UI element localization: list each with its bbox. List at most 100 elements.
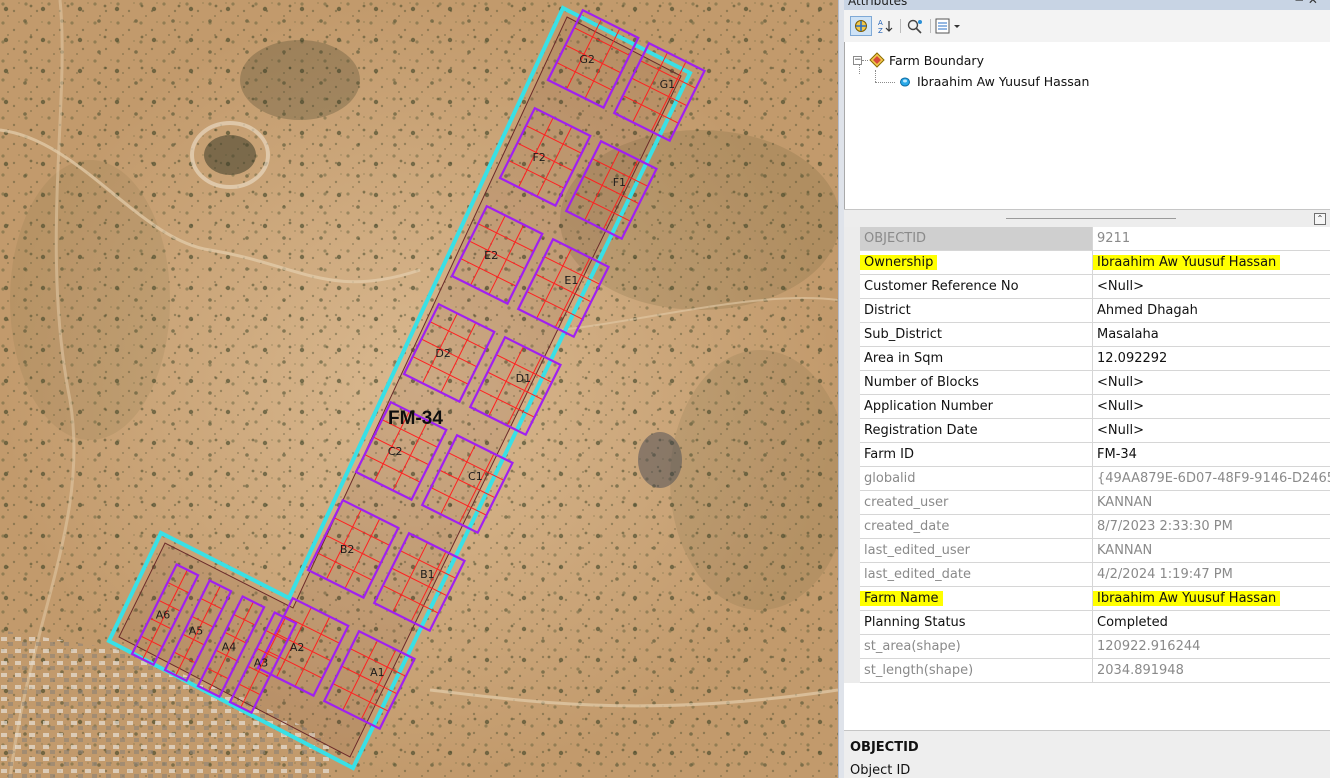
plot-label: D2 bbox=[435, 347, 450, 360]
attribute-value[interactable]: Ahmed Dhagah bbox=[1093, 299, 1330, 323]
row-gutter bbox=[844, 419, 860, 443]
attribute-row[interactable]: Customer Reference No <Null> bbox=[844, 275, 1330, 299]
row-gutter bbox=[844, 611, 860, 635]
attribute-value[interactable]: 12.092292 bbox=[1093, 347, 1330, 371]
attribute-value[interactable]: Ibraahim Aw Yuusuf Hassan bbox=[1093, 251, 1330, 275]
attribute-row[interactable]: last_edited_user KANNAN bbox=[844, 539, 1330, 563]
attribute-value[interactable]: KANNAN bbox=[1093, 539, 1330, 563]
plot-label: B1 bbox=[420, 568, 435, 581]
attribute-key: Sub_District bbox=[860, 323, 1093, 347]
field-description-text: Object ID bbox=[850, 763, 911, 778]
pin-icon[interactable]: − ✕ bbox=[1294, 0, 1318, 7]
svg-text:Z: Z bbox=[878, 27, 883, 34]
attribute-grid: OBJECTID 9211 Ownership Ibraahim Aw Yuusuf … bbox=[844, 227, 1330, 683]
plot-label: A4 bbox=[222, 641, 237, 654]
options-button[interactable] bbox=[934, 16, 966, 36]
row-gutter bbox=[844, 491, 860, 515]
attribute-row[interactable]: created_user KANNAN bbox=[844, 491, 1330, 515]
farm-id-label: FM-34 bbox=[388, 408, 443, 429]
row-gutter bbox=[844, 587, 860, 611]
plot-label: C1 bbox=[468, 470, 483, 483]
attribute-row[interactable]: District Ahmed Dhagah bbox=[844, 299, 1330, 323]
attribute-row[interactable]: OBJECTID 9211 bbox=[844, 227, 1330, 251]
layer-name: Farm Boundary bbox=[889, 52, 984, 68]
row-gutter bbox=[844, 371, 860, 395]
attribute-value[interactable]: Completed bbox=[1093, 611, 1330, 635]
attribute-row[interactable]: Sub_District Masalaha bbox=[844, 323, 1330, 347]
collapse-icon[interactable]: − bbox=[853, 55, 862, 65]
plot-label: G1 bbox=[660, 78, 676, 91]
sort-az-icon: A Z bbox=[878, 19, 893, 34]
tree-node-layer[interactable]: − Farm Boundary bbox=[853, 52, 984, 68]
map-view[interactable]: G2 G1 F2 F1 E2 E1 D2 D1 C2 C1 B2 B1 A2 A1 A3 A4 A5 A6 FM-… bbox=[0, 0, 838, 778]
attribute-key: created_user bbox=[860, 491, 1093, 515]
plot-label: C2 bbox=[388, 445, 403, 458]
field-description: OBJECTID Object ID bbox=[844, 730, 1330, 778]
row-gutter bbox=[844, 395, 860, 419]
attribute-key: Area in Sqm bbox=[860, 347, 1093, 371]
feature-tree: − Farm Boundary Ibraahim Aw Yuusuf Hassa… bbox=[844, 42, 1330, 209]
attribute-value[interactable]: FM-34 bbox=[1093, 443, 1330, 467]
attribute-row[interactable]: Ownership Ibraahim Aw Yuusuf Hassan bbox=[844, 251, 1330, 275]
attribute-value[interactable]: 4/2/2024 1:19:47 PM bbox=[1093, 563, 1330, 587]
attributes-toolbar: A Z bbox=[844, 10, 1330, 42]
attribute-key: created_date bbox=[860, 515, 1093, 539]
attribute-value[interactable]: KANNAN bbox=[1093, 491, 1330, 515]
attribute-row[interactable]: Farm Name Ibraahim Aw Yuusuf Hassan bbox=[844, 587, 1330, 611]
feature-layer-icon bbox=[869, 52, 885, 68]
tree-node-feature[interactable]: Ibraahim Aw Yuusuf Hassan bbox=[899, 74, 1089, 89]
satellite-map[interactable]: G2 G1 F2 F1 E2 E1 D2 D1 C2 C1 B2 B1 A2 A1 A3 A4 A5 A6 FM-… bbox=[0, 0, 838, 778]
plot-label: F2 bbox=[532, 151, 545, 164]
attribute-value[interactable]: 120922.916244 bbox=[1093, 635, 1330, 659]
attribute-row[interactable]: Farm ID FM-34 bbox=[844, 443, 1330, 467]
attribute-value[interactable]: 2034.891948 bbox=[1093, 659, 1330, 683]
attribute-row[interactable]: Number of Blocks <Null> bbox=[844, 371, 1330, 395]
attribute-key: Application Number bbox=[860, 395, 1093, 419]
attribute-row[interactable]: Area in Sqm 12.092292 bbox=[844, 347, 1330, 371]
attribute-row[interactable]: st_length(shape) 2034.891948 bbox=[844, 659, 1330, 683]
attribute-row[interactable]: Registration Date <Null> bbox=[844, 419, 1330, 443]
attribute-value[interactable]: Ibraahim Aw Yuusuf Hassan bbox=[1093, 587, 1330, 611]
attribute-value[interactable]: Masalaha bbox=[1093, 323, 1330, 347]
attribute-value[interactable]: <Null> bbox=[1093, 371, 1330, 395]
plot-label: E1 bbox=[564, 274, 578, 287]
plot-label: E2 bbox=[484, 249, 498, 262]
row-gutter bbox=[844, 539, 860, 563]
collapse-up-icon[interactable]: ⌃ bbox=[1314, 213, 1326, 225]
plot-label: F1 bbox=[613, 176, 626, 189]
attribute-value[interactable]: 8/7/2023 2:33:30 PM bbox=[1093, 515, 1330, 539]
attribute-key: st_length(shape) bbox=[860, 659, 1093, 683]
feature-record-icon bbox=[900, 77, 910, 86]
plot-label: A2 bbox=[290, 641, 305, 654]
plot-label: D1 bbox=[516, 372, 531, 385]
row-gutter bbox=[844, 659, 860, 683]
list-by-layer-button[interactable] bbox=[850, 16, 872, 36]
plot-label: A6 bbox=[156, 609, 171, 622]
row-gutter bbox=[844, 563, 860, 587]
sort-button[interactable]: A Z bbox=[876, 16, 896, 36]
attribute-value[interactable]: {49AA879E-6D07-48F9-9146-D24653 bbox=[1093, 467, 1330, 491]
attribute-row[interactable]: globalid {49AA879E-6D07-48F9-9146-D24653 bbox=[844, 467, 1330, 491]
attribute-value[interactable]: <Null> bbox=[1093, 419, 1330, 443]
row-gutter bbox=[844, 299, 860, 323]
panel-title-bar: Attributes − ✕ bbox=[844, 0, 1330, 10]
attribute-row[interactable]: st_area(shape) 120922.916244 bbox=[844, 635, 1330, 659]
identify-button[interactable] bbox=[904, 16, 926, 36]
row-gutter bbox=[844, 635, 860, 659]
attribute-key: District bbox=[860, 299, 1093, 323]
row-gutter bbox=[844, 323, 860, 347]
attribute-row[interactable]: created_date 8/7/2023 2:33:30 PM bbox=[844, 515, 1330, 539]
options-dropdown-icon bbox=[935, 18, 960, 34]
attribute-row[interactable]: last_edited_date 4/2/2024 1:19:47 PM bbox=[844, 563, 1330, 587]
attribute-row[interactable]: Planning Status Completed bbox=[844, 611, 1330, 635]
row-gutter bbox=[844, 443, 860, 467]
row-gutter bbox=[844, 251, 860, 275]
attributes-panel: Attributes − ✕ A Z − Farm Boundary Ibraa… bbox=[844, 0, 1330, 778]
attribute-key: Ownership bbox=[860, 251, 1093, 275]
attribute-value[interactable]: 9211 bbox=[1093, 227, 1330, 251]
attribute-value[interactable]: <Null> bbox=[1093, 395, 1330, 419]
attribute-row[interactable]: Application Number <Null> bbox=[844, 395, 1330, 419]
identify-icon bbox=[907, 19, 922, 34]
tree-grid-splitter[interactable]: ⌃ bbox=[844, 209, 1330, 227]
attribute-value[interactable]: <Null> bbox=[1093, 275, 1330, 299]
